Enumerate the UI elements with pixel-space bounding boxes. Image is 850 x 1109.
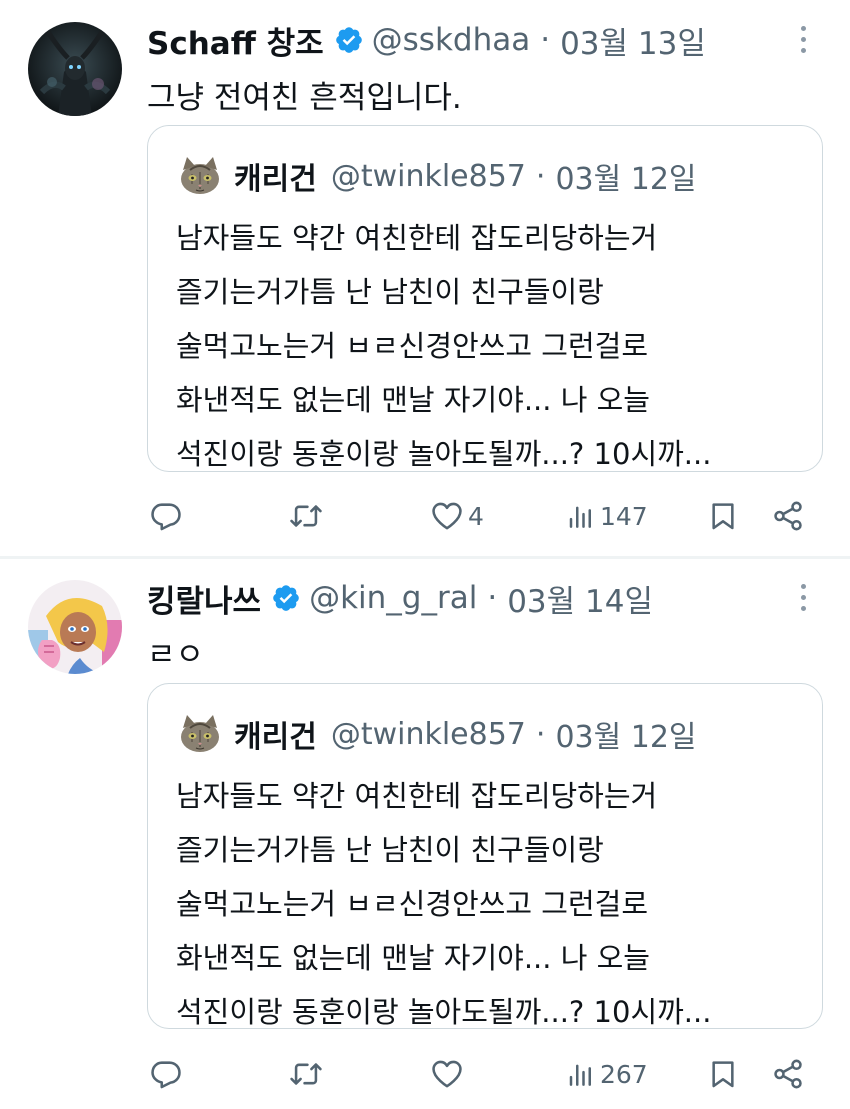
views-count: 147 [600, 501, 648, 531]
share-icon [771, 1057, 805, 1091]
quote-text-line: 술먹고노는거 ㅂㄹ신경안쓰고 그런걸로 [176, 329, 648, 363]
tweet-header: Schaff 창조 @sskdhaa · 03월 13일 [147, 18, 706, 63]
author-handle[interactable]: @sskdhaa [372, 22, 531, 58]
author-handle[interactable]: @kin_g_ral [309, 580, 477, 616]
heart-icon [430, 1057, 464, 1091]
more-options-icon[interactable] [796, 26, 810, 56]
avatar[interactable] [28, 580, 122, 674]
quote-text-line: 석진이랑 동훈이랑 놀아도될까...? 10시까... [176, 437, 712, 471]
like-button[interactable] [430, 1054, 468, 1094]
quote-text-line: 남자들도 약간 여친한테 잡도리당하는거 [176, 779, 658, 813]
bookmark-button[interactable] [707, 1054, 739, 1094]
quoted-tweet[interactable]: 캐리건 @twinkle857 · 03월 12일 남자들도 약간 여친한테 잡… [147, 125, 823, 472]
retweet-button[interactable] [288, 496, 324, 536]
more-options-icon[interactable] [796, 584, 810, 614]
quote-text-line: 화낸적도 없는데 맨날 자기야... 나 오늘 [176, 383, 650, 417]
separator-dot: · [535, 716, 546, 752]
views-button[interactable]: 267 [566, 1054, 648, 1094]
cat-avatar [178, 714, 222, 754]
cat-avatar [178, 156, 222, 196]
quote-author-handle: @twinkle857 [330, 716, 526, 752]
heart-icon [430, 499, 464, 533]
avatar[interactable] [28, 22, 122, 116]
separator-dot: · [487, 580, 498, 616]
reply-icon [149, 1057, 183, 1091]
quote-text: 남자들도 약간 여친한테 잡도리당하는거 즐기는거가틈 난 남친이 친구들이랑 … [176, 211, 711, 481]
share-button[interactable] [771, 496, 805, 536]
action-bar: 267 [0, 1054, 850, 1094]
tweet-date[interactable]: 03월 14일 [507, 576, 653, 621]
action-bar: 4 147 [0, 496, 850, 536]
separator-dot: · [535, 158, 546, 194]
quote-text: 남자들도 약간 여친한테 잡도리당하는거 즐기는거가틈 난 남친이 친구들이랑 … [176, 769, 711, 1039]
quote-author-name: 캐리건 [234, 720, 317, 755]
reply-button[interactable] [149, 1054, 183, 1094]
views-chart-icon [566, 499, 596, 533]
share-icon [771, 499, 805, 533]
verified-badge-icon [334, 25, 364, 55]
quote-date: 03월 12일 [555, 720, 697, 755]
separator-dot: · [540, 22, 551, 58]
retweet-icon [288, 499, 324, 533]
tweet[interactable]: Schaff 창조 @sskdhaa · 03월 13일 그냥 전여친 흔적입니… [0, 0, 850, 556]
views-button[interactable]: 147 [566, 496, 648, 536]
quote-author-name: 캐리건 [234, 162, 317, 197]
bookmark-icon [707, 1057, 739, 1091]
quote-header: 캐리건 @twinkle857 · 03월 12일 [178, 714, 697, 755]
quote-text-line: 즐기는거가틈 난 남친이 친구들이랑 [176, 275, 604, 309]
tweet-header: 킹랄나쓰 @kin_g_ral · 03월 14일 [147, 576, 653, 621]
quote-text-line: 즐기는거가틈 난 남친이 친구들이랑 [176, 833, 604, 867]
retweet-icon [288, 1057, 324, 1091]
retweet-button[interactable] [288, 1054, 324, 1094]
quote-text-line: 술먹고노는거 ㅂㄹ신경안쓰고 그런걸로 [176, 887, 648, 921]
quote-header: 캐리건 @twinkle857 · 03월 12일 [178, 156, 697, 197]
tweet-date[interactable]: 03월 13일 [560, 18, 706, 63]
quote-text-line: 화낸적도 없는데 맨날 자기야... 나 오늘 [176, 941, 650, 975]
reply-button[interactable] [149, 496, 183, 536]
author-name[interactable]: Schaff 창조 [147, 18, 324, 63]
tweet[interactable]: 킹랄나쓰 @kin_g_ral · 03월 14일 ㄹㅇ 캐리건 @twinkl… [0, 560, 850, 1109]
bookmark-button[interactable] [707, 496, 739, 536]
views-chart-icon [566, 1057, 596, 1091]
quote-text-line: 석진이랑 동훈이랑 놀아도될까...? 10시까... [176, 995, 712, 1029]
quote-date: 03월 12일 [555, 162, 697, 197]
quote-author-handle: @twinkle857 [330, 158, 526, 194]
share-button[interactable] [771, 1054, 805, 1094]
quote-text-line: 남자들도 약간 여친한테 잡도리당하는거 [176, 221, 658, 255]
author-name[interactable]: 킹랄나쓰 [147, 576, 261, 621]
views-count: 267 [600, 1059, 648, 1089]
tweet-text: 그냥 전여친 흔적입니다. [147, 80, 462, 116]
bookmark-icon [707, 499, 739, 533]
tweet-text: ㄹㅇ [147, 637, 205, 673]
tweet-divider [0, 556, 850, 559]
like-count: 4 [468, 501, 484, 531]
quoted-tweet[interactable]: 캐리건 @twinkle857 · 03월 12일 남자들도 약간 여친한테 잡… [147, 683, 823, 1029]
verified-badge-icon [271, 583, 301, 613]
like-button[interactable]: 4 [430, 496, 484, 536]
reply-icon [149, 499, 183, 533]
